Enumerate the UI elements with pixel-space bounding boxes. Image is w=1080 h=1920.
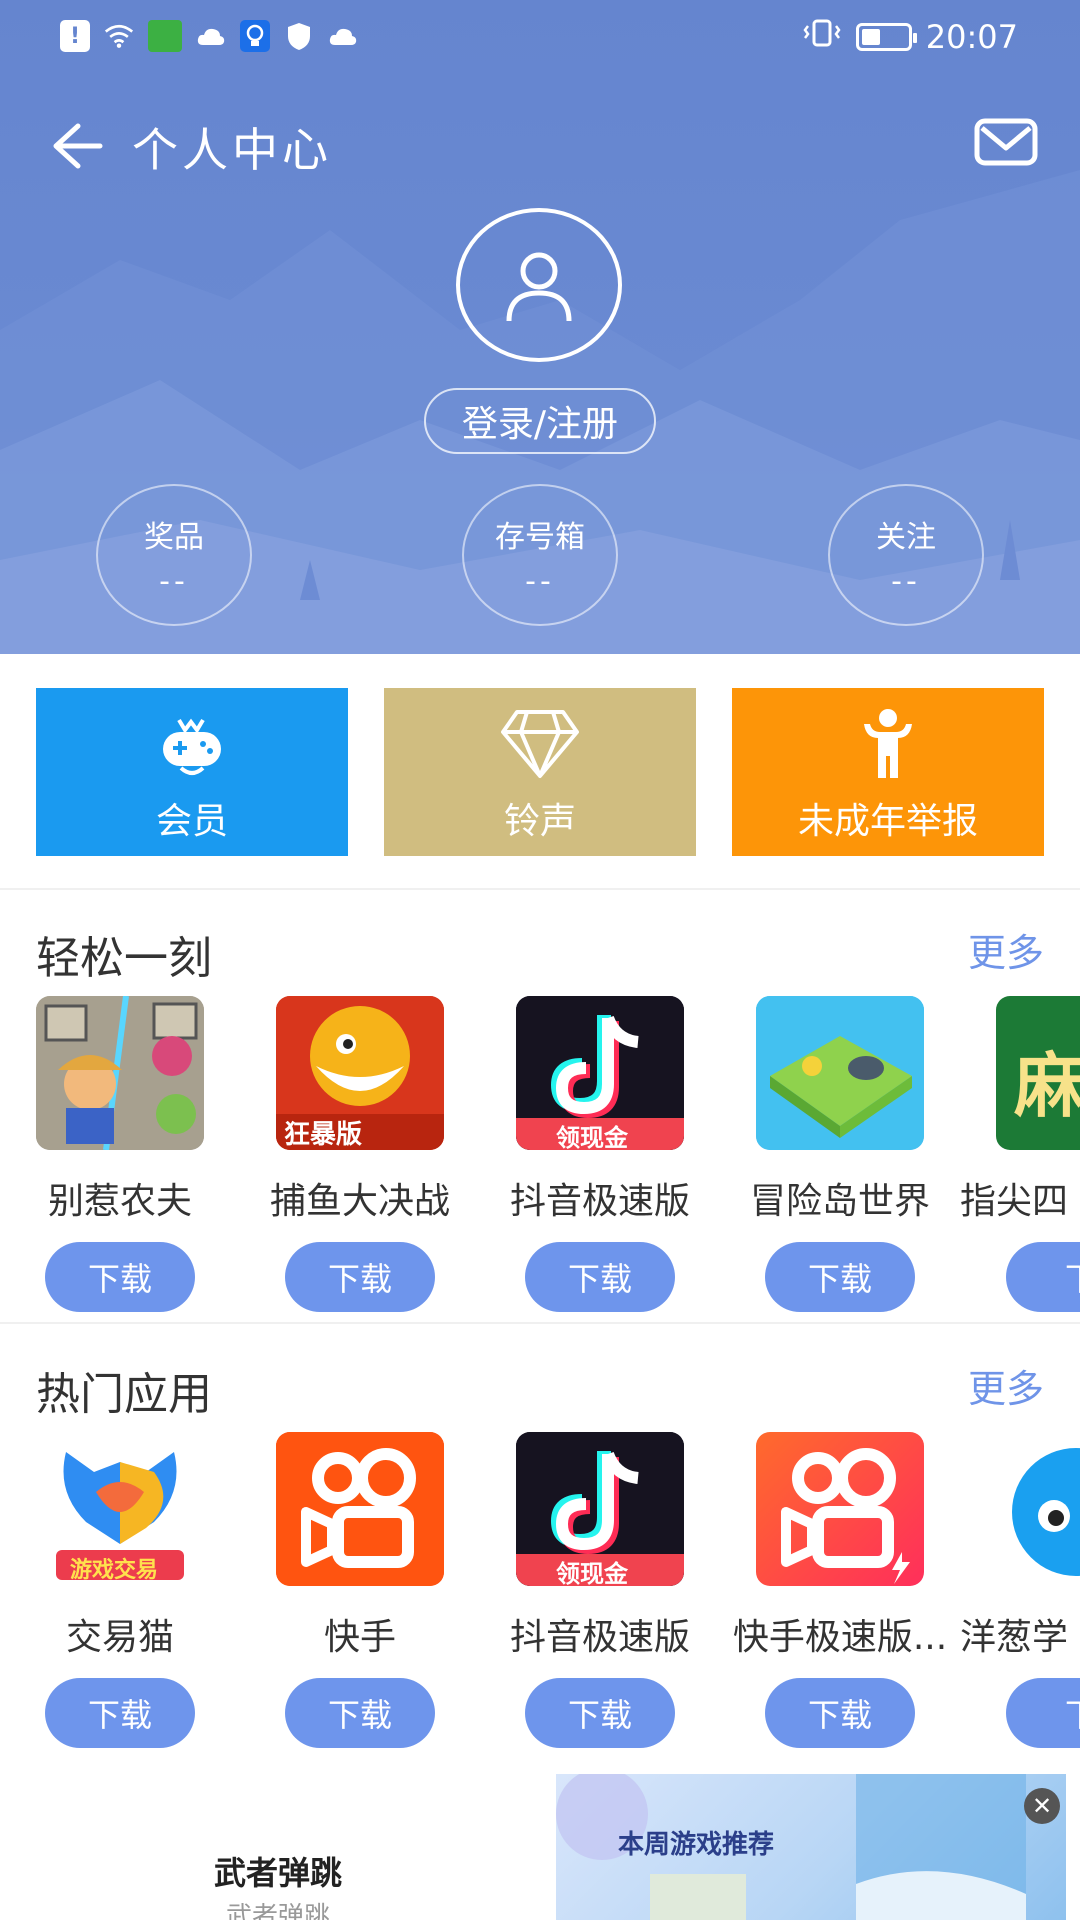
jiaoyimao-badge-text: 游戏交易 bbox=[70, 1558, 159, 1583]
stat-value: -- bbox=[525, 564, 555, 599]
status-right: 20:07 bbox=[802, 18, 1018, 56]
wifi-icon bbox=[104, 20, 134, 52]
app-name: 抖音极速版 bbox=[509, 1617, 690, 1658]
person-icon bbox=[864, 709, 912, 778]
tile-minor-report[interactable]: 未成年举报 bbox=[732, 688, 1044, 856]
tile-label: 铃声 bbox=[503, 801, 576, 842]
app-name: 洋葱学 bbox=[960, 1617, 1069, 1658]
download-button[interactable]: 下 bbox=[1006, 1678, 1080, 1748]
ad-banner[interactable]: 本周游戏推荐 ✕ bbox=[556, 1774, 1066, 1920]
section-title-hot-apps: 热门应用 bbox=[36, 1369, 212, 1420]
status-bar: ! 20:07 bbox=[0, 0, 1080, 76]
app-item-partial[interactable]: 麻 指尖四 下 bbox=[960, 996, 1080, 1312]
stat-value: -- bbox=[891, 564, 921, 599]
app-icon-kuaishou bbox=[276, 1432, 444, 1586]
download-button[interactable]: 下 bbox=[1006, 1242, 1080, 1312]
app-item[interactable]: 冒险岛世界 下载 bbox=[720, 996, 960, 1312]
app-icon-fishing: 狂暴版 bbox=[276, 996, 444, 1150]
download-button[interactable]: 下载 bbox=[765, 1678, 915, 1748]
download-button[interactable]: 下载 bbox=[525, 1678, 675, 1748]
profile-header: ! 20:07 个人中心 登录/注册 奖品 -- 存号箱 -- 关注 -- bbox=[0, 0, 1080, 654]
app-icon-yangcong bbox=[996, 1432, 1080, 1586]
divider bbox=[0, 1322, 1080, 1324]
app-name: 交易猫 bbox=[65, 1617, 174, 1658]
avatar[interactable] bbox=[456, 208, 622, 362]
app-item[interactable]: 快手极速版... 下载 bbox=[720, 1432, 960, 1748]
ad-subtitle: 武者弹跳 bbox=[226, 1902, 331, 1920]
download-button[interactable]: 下载 bbox=[765, 1242, 915, 1312]
vibrate-icon bbox=[802, 18, 842, 56]
more-link-hot-apps[interactable]: 更多 bbox=[968, 1358, 1044, 1413]
app-name: 别惹农夫 bbox=[47, 1181, 192, 1222]
app-item[interactable]: 领现金 抖音极速版 下载 bbox=[480, 1432, 720, 1748]
app-name: 冒险岛世界 bbox=[749, 1181, 930, 1222]
status-left-icons: ! bbox=[60, 20, 358, 52]
download-button[interactable]: 下载 bbox=[45, 1678, 195, 1748]
top-bar: 个人中心 bbox=[0, 100, 1080, 190]
app-icon-adventure-island bbox=[756, 996, 924, 1150]
stat-label: 存号箱 bbox=[495, 520, 585, 555]
quick-tiles: 会员 铃声 未成年举报 bbox=[36, 688, 1044, 856]
tile-label: 未成年举报 bbox=[797, 801, 978, 842]
app-item[interactable]: 狂暴版 捕鱼大决战 下载 bbox=[240, 996, 480, 1312]
app-name: 指尖四 bbox=[960, 1181, 1069, 1222]
stat-value: -- bbox=[159, 564, 189, 599]
status-time: 20:07 bbox=[925, 18, 1018, 56]
tile-vip[interactable]: 会员 bbox=[36, 688, 348, 856]
section-title-relax: 轻松一刻 bbox=[36, 933, 212, 984]
battery-icon bbox=[855, 23, 917, 51]
app-item[interactable]: 领现金 抖音极速版 下载 bbox=[480, 996, 720, 1312]
tile-label: 会员 bbox=[155, 801, 228, 842]
stat-prizes[interactable]: 奖品 -- bbox=[96, 484, 252, 626]
bulb-icon bbox=[240, 20, 270, 52]
stat-label: 奖品 bbox=[144, 520, 204, 555]
app-notification-icon bbox=[148, 20, 182, 52]
app-icon-kuaishou-lite bbox=[756, 1432, 924, 1586]
app-icon-farmer bbox=[36, 996, 204, 1150]
app-name: 抖音极速版 bbox=[509, 1181, 690, 1222]
download-button[interactable]: 下载 bbox=[45, 1242, 195, 1312]
app-icon-douyin-lite: 领现金 bbox=[516, 1432, 684, 1586]
app-name: 快手 bbox=[323, 1617, 396, 1658]
back-arrow-icon[interactable] bbox=[48, 118, 104, 174]
download-button[interactable]: 下载 bbox=[285, 1678, 435, 1748]
douyin-badge-text: 领现金 bbox=[556, 1124, 628, 1150]
cloud-icon bbox=[196, 20, 226, 52]
more-link-relax[interactable]: 更多 bbox=[968, 922, 1044, 977]
mahjong-glyph: 麻 bbox=[1014, 1045, 1080, 1127]
cloud-icon-2 bbox=[328, 20, 358, 52]
stat-label: 关注 bbox=[876, 520, 936, 555]
app-item-partial[interactable]: 洋葱学 下 bbox=[960, 1432, 1080, 1748]
app-item[interactable]: 快手 下载 bbox=[240, 1432, 480, 1748]
app-name: 捕鱼大决战 bbox=[269, 1181, 450, 1222]
app-icon-mahjong: 麻 bbox=[996, 996, 1080, 1150]
app-name: 快手极速版... bbox=[732, 1617, 948, 1658]
user-icon bbox=[506, 252, 572, 322]
page-title: 个人中心 bbox=[132, 123, 332, 177]
douyin-badge-text: 领现金 bbox=[556, 1560, 628, 1586]
app-icon-douyin: 领现金 bbox=[516, 996, 684, 1150]
shield-icon bbox=[284, 20, 314, 52]
fish-badge-text: 狂暴版 bbox=[284, 1120, 363, 1150]
app-item[interactable]: 别惹农夫 下载 bbox=[0, 996, 240, 1312]
close-icon[interactable]: ✕ bbox=[1024, 1788, 1060, 1824]
app-icon-jiaoyimao: 游戏交易 bbox=[36, 1432, 204, 1586]
ad-title[interactable]: 武者弹跳 bbox=[214, 1848, 342, 1894]
diamond-icon bbox=[501, 710, 579, 778]
gamepad-icon bbox=[163, 718, 221, 775]
divider bbox=[0, 888, 1080, 890]
ad-banner-text: 本周游戏推荐 bbox=[618, 1830, 775, 1860]
alert-icon: ! bbox=[60, 20, 90, 52]
app-item[interactable]: 游戏交易 交易猫 下载 bbox=[0, 1432, 240, 1748]
login-register-button[interactable]: 登录/注册 bbox=[424, 388, 656, 454]
stat-account-box[interactable]: 存号箱 -- bbox=[462, 484, 618, 626]
tile-ringtone[interactable]: 铃声 bbox=[384, 688, 696, 856]
download-button[interactable]: 下载 bbox=[525, 1242, 675, 1312]
download-button[interactable]: 下载 bbox=[285, 1242, 435, 1312]
mail-icon[interactable] bbox=[974, 118, 1038, 166]
stat-follow[interactable]: 关注 -- bbox=[828, 484, 984, 626]
